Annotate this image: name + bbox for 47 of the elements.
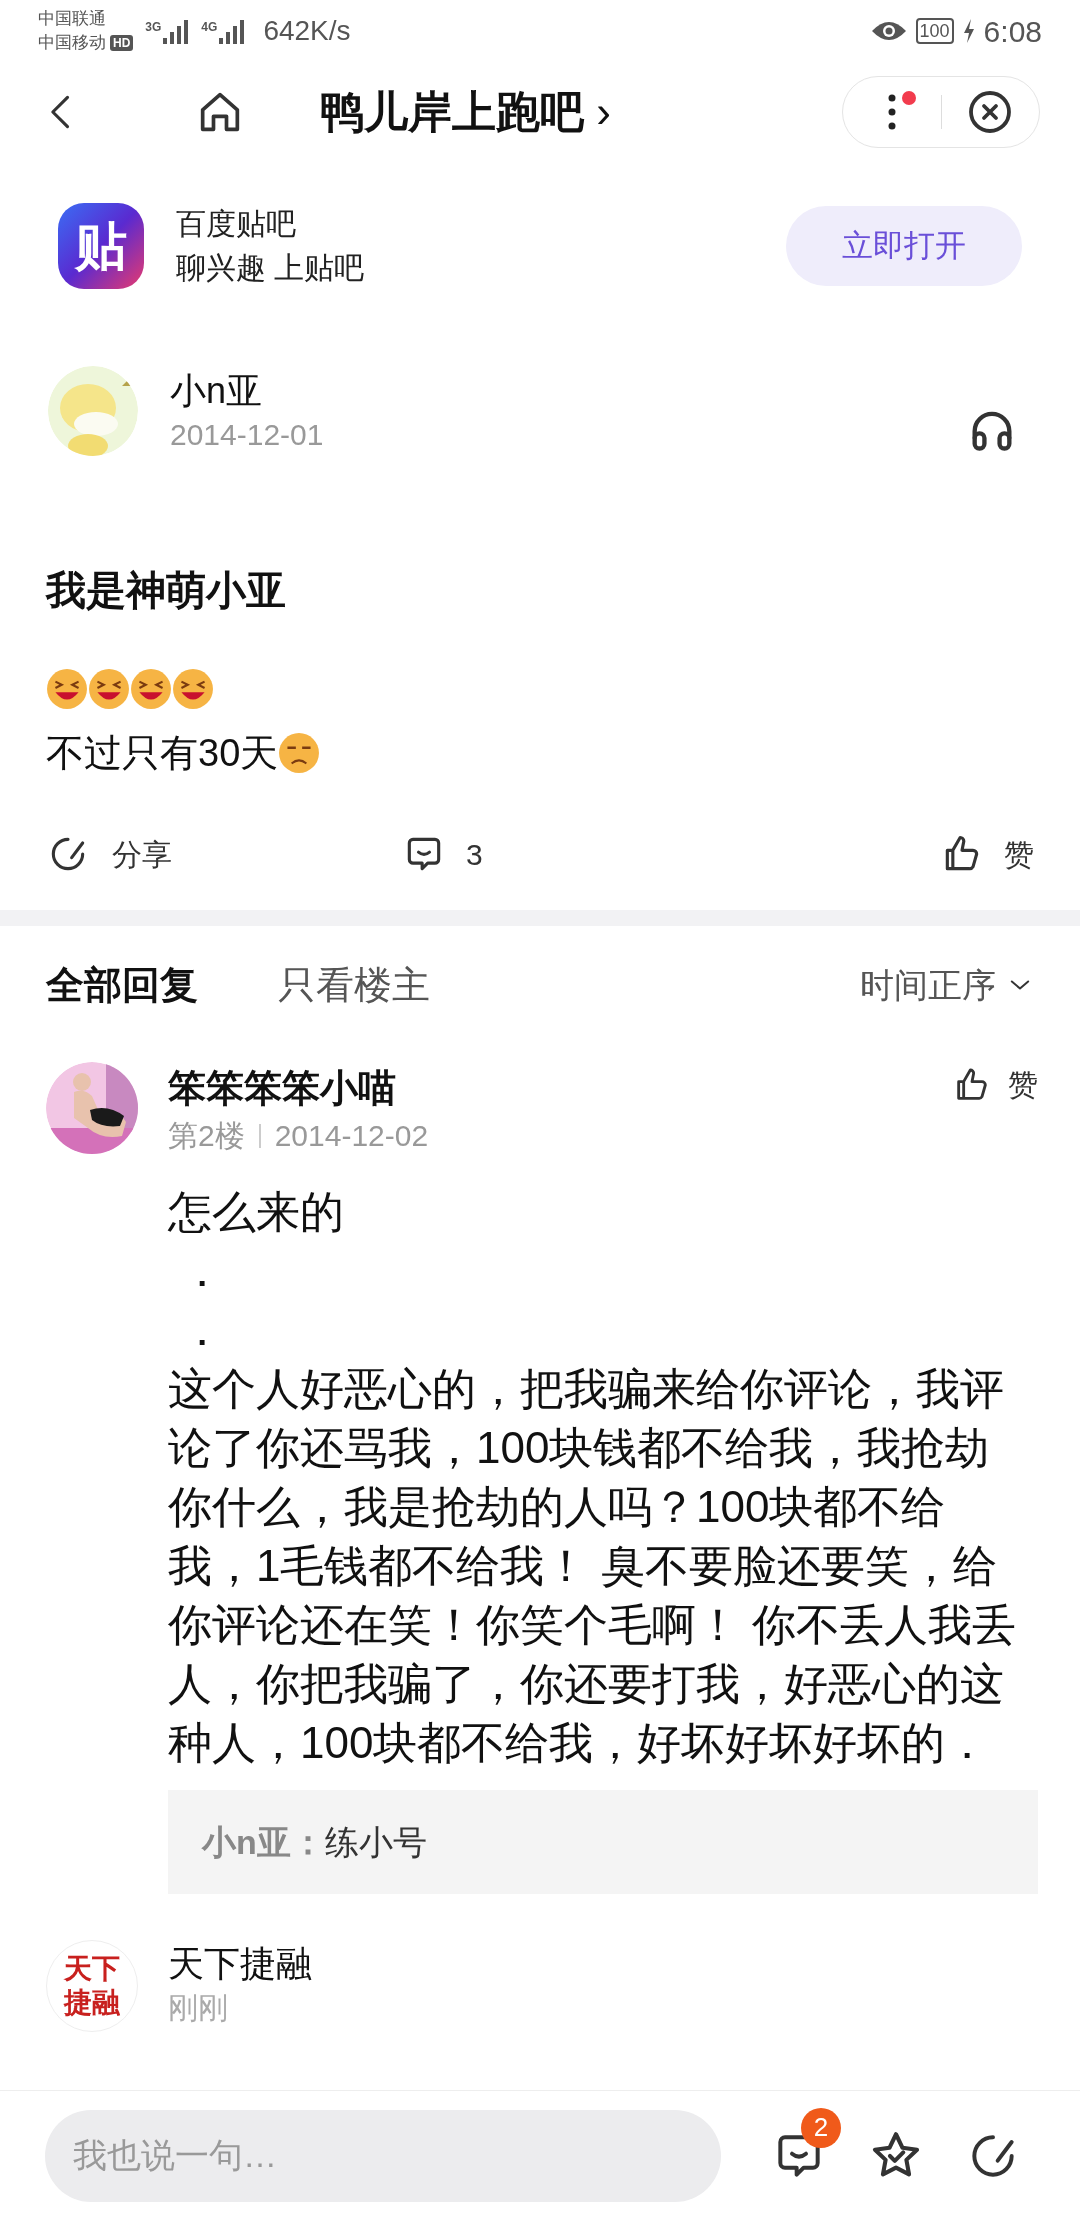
post-text: 不过只有30天 — [46, 731, 279, 776]
signal-icon — [217, 18, 246, 44]
unread-badge: 2 — [801, 2107, 841, 2148]
comment-field[interactable]: 我也说一句… — [45, 2109, 721, 2202]
replier-name: 笨笨笨笨小喵 — [168, 1066, 397, 1111]
laughing-face-icon — [88, 668, 130, 710]
laughing-face-icon — [46, 668, 88, 710]
charging-icon — [961, 18, 976, 44]
frowning-face-icon — [278, 732, 321, 774]
quote-text: 练小号 — [324, 1821, 427, 1863]
open-app-button[interactable]: 立即打开 — [786, 206, 1022, 286]
quote-author: 小n亚： — [202, 1821, 325, 1863]
app-logo: 贴 — [58, 203, 144, 289]
signal-icon — [161, 18, 190, 44]
author-name: 小n亚 — [170, 369, 264, 413]
clock-time: 6:08 — [983, 13, 1042, 50]
replier-name: 天下捷融 — [168, 1942, 312, 1986]
battery-level: 100 — [915, 18, 954, 44]
carrier-name: 中国移动 — [38, 32, 106, 54]
like-button[interactable]: 赞 — [940, 831, 1034, 877]
carrier-name: 中国联通 — [38, 8, 107, 30]
reply-text: ． — [179, 1304, 225, 1356]
share-button[interactable]: 分享 — [46, 831, 172, 877]
app-slogan: 聊兴趣 上贴吧 — [176, 250, 365, 286]
network-type: 4G — [201, 19, 218, 36]
sort-button[interactable]: 时间正序 — [860, 959, 1034, 1011]
reply-text: 这个人好恶心的，把我骗来给你评论，我评论了你还骂我，100块钱都不给我，我抢劫你什么，我是抢劫的人吗？100块都不给我，1毛钱都不给我！ 臭不要脸还要笑，给你评论还在笑！你笑个毛啊！ 你不丢人我丢人，你把我骗了，你还要打我，好恶心的这种人，100块都不给我，好坏好坏好坏的． — [168, 1363, 1018, 1769]
reply-text: ． — [179, 1245, 225, 1297]
laughing-face-icon — [172, 668, 214, 710]
laughing-face-icon — [130, 668, 172, 710]
reply-tab[interactable]: 只看楼主 — [278, 956, 430, 1014]
comment-button[interactable]: 3 — [402, 831, 483, 877]
avatar-logo: 天下 捷融 — [46, 1940, 138, 2032]
reply-date: 刚刚 — [168, 1990, 229, 2026]
network-speed: 642K/s — [263, 14, 351, 48]
reply-text: 怎么来的 — [168, 1186, 345, 1238]
app-name: 百度贴吧 — [176, 206, 297, 242]
more-icon — [887, 92, 896, 132]
hd-badge: HD — [110, 35, 134, 51]
reply-tab[interactable]: 全部回复 — [46, 956, 198, 1014]
post-date: 2014-12-01 — [170, 417, 324, 453]
like-button[interactable]: 赞 — [952, 1062, 1038, 1107]
forum-title-link[interactable]: 鸭儿岸上跑吧 › — [320, 79, 611, 145]
network-type: 3G — [145, 19, 162, 36]
floor-number: 第2楼 — [168, 1118, 245, 1154]
post-title: 我是神萌小亚 — [44, 567, 287, 614]
reply-date: 2014-12-02 — [274, 1118, 429, 1154]
